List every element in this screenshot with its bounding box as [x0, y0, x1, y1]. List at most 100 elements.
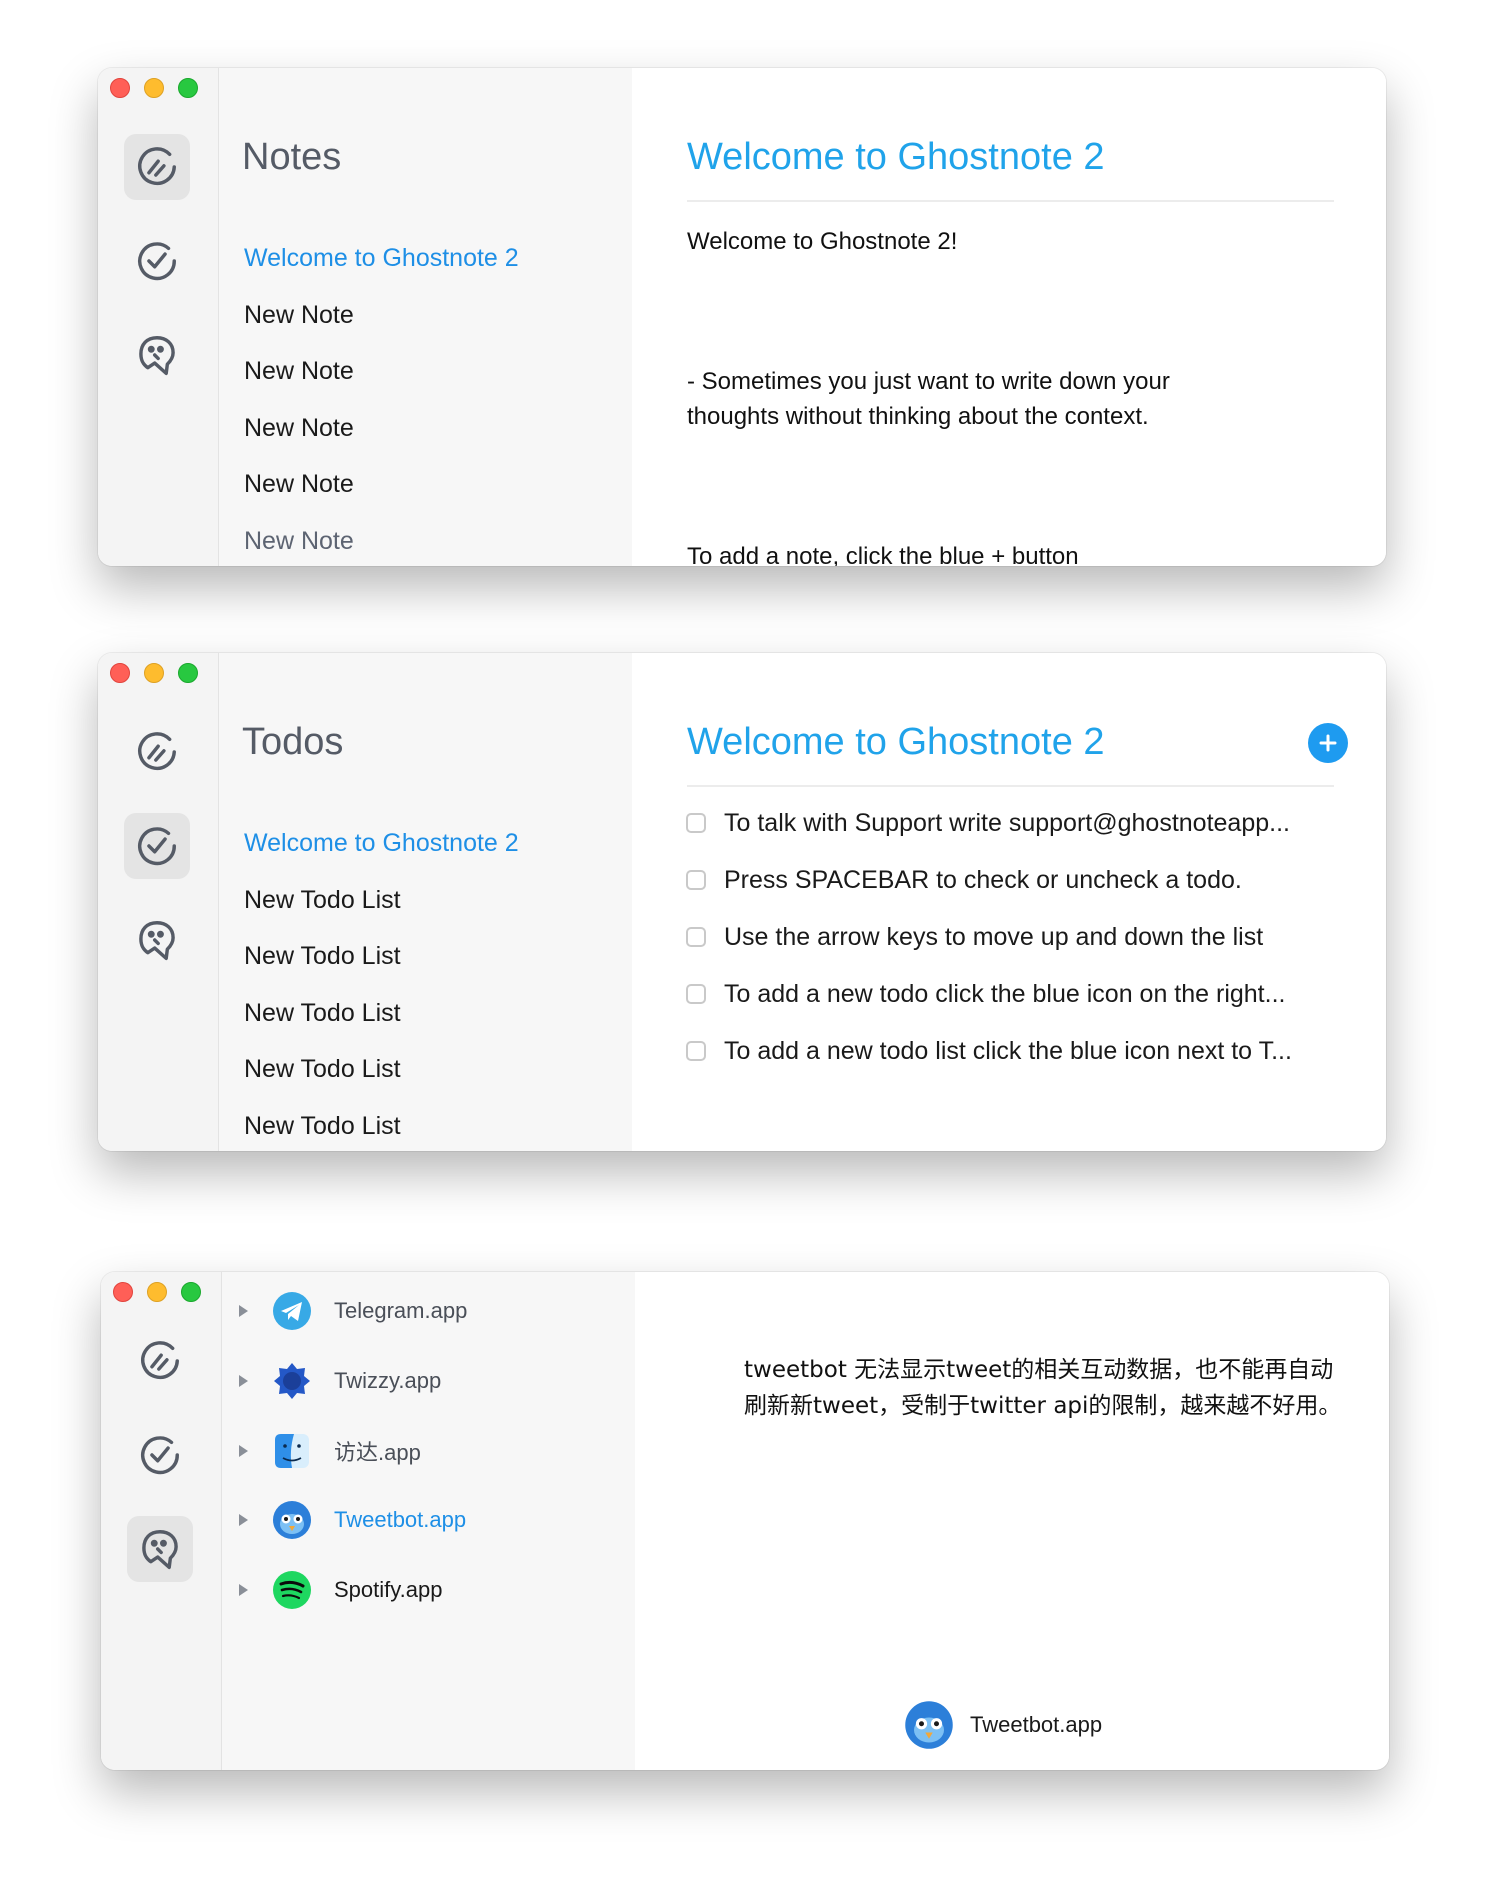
app-row-tweetbot[interactable]: Tweetbot.app: [222, 1498, 466, 1542]
todo-item[interactable]: To talk with Support write support@ghost…: [686, 806, 1290, 840]
note-item[interactable]: New Note: [244, 343, 519, 400]
close-window-button[interactable]: [110, 663, 130, 683]
title-divider: [687, 200, 1334, 202]
close-window-button[interactable]: [110, 78, 130, 98]
notes-icon: [141, 1341, 179, 1380]
disclosure-triangle-icon[interactable]: [236, 1304, 250, 1318]
note-body-line: thoughts without thinking about the cont…: [687, 403, 1149, 430]
current-app-indicator: Tweetbot.app: [904, 1700, 1102, 1750]
rail-todos-button[interactable]: [127, 1422, 193, 1488]
notes-list-pane: Notes Welcome to Ghostnote 2 New Note Ne…: [219, 68, 722, 566]
list-title: Todos: [242, 721, 344, 763]
rail-notes-button[interactable]: [124, 134, 190, 200]
note-body-line: Welcome to Ghostnote 2!: [687, 228, 958, 255]
rail-ghost-button[interactable]: [127, 1516, 193, 1582]
rail-todos-button[interactable]: [124, 228, 190, 294]
app-name: Spotify.app: [334, 1577, 443, 1602]
todo-checkbox[interactable]: [686, 1041, 706, 1061]
note-title: Welcome to Ghostnote 2: [687, 136, 1105, 178]
rail-notes-button[interactable]: [124, 719, 190, 785]
sidebar-rail: [101, 1272, 222, 1770]
todo-item[interactable]: Press SPACEBAR to check or uncheck a tod…: [686, 863, 1242, 897]
note-editor[interactable]: Welcome to Ghostnote 2 Welcome to Ghostn…: [633, 68, 1386, 566]
todos-window: Todos Welcome to Ghostnote 2 New Todo Li…: [98, 653, 1386, 1151]
tweetbot-icon: [273, 1501, 311, 1539]
todo-checkbox[interactable]: [686, 984, 706, 1004]
ghost-icon: [139, 336, 175, 376]
disclosure-triangle-icon[interactable]: [236, 1444, 250, 1458]
app-name: Twizzy.app: [334, 1368, 442, 1393]
app-row-twizzy[interactable]: Twizzy.app: [222, 1359, 441, 1403]
telegram-icon: [273, 1292, 311, 1330]
todo-list-item[interactable]: New Todo List: [244, 985, 519, 1042]
close-window-button[interactable]: [113, 1282, 133, 1302]
rail-todos-button[interactable]: [124, 813, 190, 879]
todo-lists-pane: Todos Welcome to Ghostnote 2 New Todo Li…: [219, 653, 695, 1151]
todo-text: To talk with Support write support@ghost…: [724, 808, 1290, 837]
todo-item[interactable]: To add a new todo list click the blue ic…: [686, 1034, 1292, 1068]
window-controls: [110, 663, 198, 683]
minimize-window-button[interactable]: [144, 78, 164, 98]
zoom-window-button[interactable]: [178, 78, 198, 98]
ghost-icon: [142, 1530, 178, 1570]
app-row-spotify[interactable]: Spotify.app: [222, 1568, 442, 1612]
todos-icon: [138, 827, 176, 866]
todo-list-item[interactable]: Welcome to Ghostnote 2: [244, 815, 519, 872]
notes-icon: [138, 147, 176, 186]
sidebar-rail: [98, 68, 219, 566]
app-name: Telegram.app: [334, 1298, 468, 1323]
rail-ghost-button[interactable]: [124, 907, 190, 973]
rail-ghost-button[interactable]: [124, 322, 190, 388]
note-item[interactable]: New Note: [244, 456, 519, 513]
app-row-telegram[interactable]: Telegram.app: [222, 1289, 467, 1333]
spotify-icon: [273, 1571, 311, 1609]
disclosure-triangle-icon[interactable]: [236, 1513, 250, 1527]
note-item[interactable]: New Note: [244, 287, 519, 344]
notes-list: Welcome to Ghostnote 2 New Note New Note…: [244, 230, 519, 566]
rail-notes-button[interactable]: [127, 1328, 193, 1394]
disclosure-triangle-icon[interactable]: [236, 1374, 250, 1388]
todo-item[interactable]: To add a new todo click the blue icon on…: [686, 977, 1285, 1011]
minimize-window-button[interactable]: [147, 1282, 167, 1302]
disclosure-triangle-icon[interactable]: [236, 1583, 250, 1597]
window-controls: [110, 78, 198, 98]
todo-text: To add a new todo click the blue icon on…: [724, 979, 1286, 1008]
apps-list-pane: Telegram.app Twizzy.app 访达.app Tweetbot.…: [222, 1272, 635, 1770]
todo-checkbox[interactable]: [686, 813, 706, 833]
todo-item[interactable]: Use the arrow keys to move up and down t…: [686, 920, 1263, 954]
app-note-text: tweetbot 无法显示tweet的相关互动数据，也不能再自动刷新新tweet…: [744, 1357, 1342, 1419]
app-notes-window: Telegram.app Twizzy.app 访达.app Tweetbot.…: [101, 1272, 1389, 1770]
todo-content: Welcome to Ghostnote 2 To talk with Supp…: [633, 653, 1386, 1151]
todo-list-title: Welcome to Ghostnote 2: [687, 721, 1105, 763]
add-todo-button[interactable]: [1308, 723, 1348, 763]
todo-lists: Welcome to Ghostnote 2 New Todo List New…: [244, 815, 519, 1151]
twizzy-icon: [274, 1363, 310, 1399]
note-body-line: - Sometimes you just want to write down …: [687, 368, 1170, 395]
todo-text: Use the arrow keys to move up and down t…: [724, 922, 1264, 951]
note-item[interactable]: New Note: [244, 513, 519, 566]
notes-window: Notes Welcome to Ghostnote 2 New Note Ne…: [98, 68, 1386, 566]
note-item[interactable]: New Note: [244, 400, 519, 457]
todo-checkbox[interactable]: [686, 870, 706, 890]
todo-checkbox[interactable]: [686, 927, 706, 947]
app-name: Tweetbot.app: [334, 1507, 467, 1532]
app-name: 访达.app: [334, 1440, 421, 1465]
finder-icon: [275, 1434, 309, 1468]
note-item[interactable]: Welcome to Ghostnote 2: [244, 230, 519, 287]
todos-icon: [141, 1436, 179, 1475]
ghost-icon: [139, 921, 175, 961]
minimize-window-button[interactable]: [144, 663, 164, 683]
todo-list-item[interactable]: New Todo List: [244, 1041, 519, 1098]
app-note-content[interactable]: tweetbot 无法显示tweet的相关互动数据，也不能再自动刷新新tweet…: [636, 1272, 1389, 1770]
window-controls: [113, 1282, 201, 1302]
todo-list-item[interactable]: New Todo List: [244, 1098, 519, 1151]
zoom-window-button[interactable]: [178, 663, 198, 683]
todo-text: To add a new todo list click the blue ic…: [724, 1036, 1292, 1065]
current-app-name: Tweetbot.app: [970, 1712, 1103, 1737]
zoom-window-button[interactable]: [181, 1282, 201, 1302]
app-row-finder[interactable]: 访达.app: [222, 1429, 421, 1473]
todo-list-item[interactable]: New Todo List: [244, 872, 519, 929]
sidebar-rail: [98, 653, 219, 1151]
tweetbot-icon: [905, 1701, 953, 1749]
todo-list-item[interactable]: New Todo List: [244, 928, 519, 985]
